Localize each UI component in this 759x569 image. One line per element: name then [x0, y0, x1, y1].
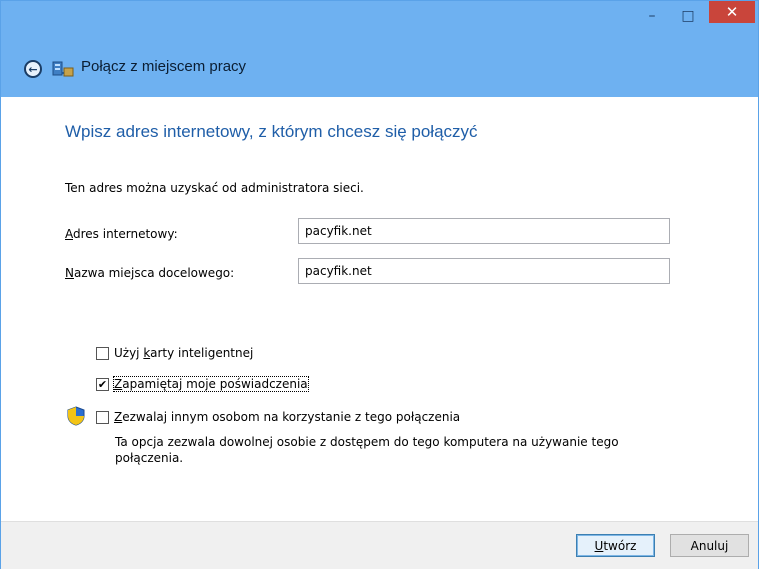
destination-name-input[interactable]	[298, 258, 670, 284]
remember-credentials-option[interactable]: ✔ Zapamiętaj moje poświadczenia	[96, 376, 309, 392]
uac-shield-icon	[67, 406, 85, 426]
minimize-button[interactable]: –	[637, 1, 667, 31]
close-button[interactable]: ✕	[709, 1, 755, 23]
back-arrow-icon[interactable]: ←	[24, 60, 42, 78]
page-description: Ten adres można uzyskać od administrator…	[65, 181, 364, 195]
destination-name-label: Nazwa miejsca docelowego:	[65, 266, 234, 280]
smart-card-label-post: arty inteligentnej	[150, 346, 254, 360]
smart-card-option[interactable]: Użyj karty inteligentnej	[96, 346, 253, 360]
remember-credentials-checkbox[interactable]: ✔	[96, 377, 109, 391]
smart-card-label: Użyj karty inteligentnej	[114, 346, 253, 360]
title-bar: – □ ✕	[1, 1, 758, 49]
create-button[interactable]: Utwórz	[576, 534, 655, 557]
remember-credentials-label: Zapamiętaj moje poświadczenia	[113, 376, 309, 392]
allow-others-checkbox[interactable]	[96, 410, 109, 424]
wizard-title: Połącz z miejscem pracy	[81, 58, 247, 75]
allow-others-label: Zezwalaj innym osobom na korzystanie z t…	[114, 410, 460, 424]
url-label: Adres internetowy:	[65, 227, 178, 241]
create-button-accel: U	[594, 538, 604, 553]
wizard-footer: Utwórz Anuluj	[1, 521, 758, 569]
maximize-button[interactable]: □	[673, 1, 703, 31]
page-heading: Wpisz adres internetowy, z którym chcesz…	[65, 122, 478, 141]
allow-others-label-accel: Z	[114, 410, 123, 424]
url-label-accel: A	[65, 227, 73, 241]
network-places-icon	[52, 61, 74, 77]
name-label-accel: N	[65, 266, 74, 280]
allow-others-option[interactable]: Zezwalaj innym osobom na korzystanie z t…	[96, 410, 460, 424]
smart-card-label-pre: Użyj	[114, 346, 144, 360]
cancel-button[interactable]: Anuluj	[670, 534, 749, 557]
remember-label-accel: Z	[114, 377, 123, 391]
name-label-text: azwa miejsca docelowego:	[73, 266, 235, 280]
allow-others-description: Ta opcja zezwala dowolnej osobie z dostę…	[115, 435, 619, 465]
smart-card-checkbox[interactable]	[96, 346, 109, 360]
create-button-label: twórz	[603, 538, 637, 553]
connect-workplace-window: – □ ✕ ← Połącz z miejscem pracy Wpisz ad…	[0, 0, 759, 569]
url-label-text: dres internetowy:	[73, 227, 178, 241]
allow-others-label-post: ezwalaj innym osobom na korzystanie z te…	[122, 410, 461, 424]
url-input[interactable]	[298, 218, 670, 244]
remember-label-post: apamiętaj moje poświadczenia	[122, 377, 308, 391]
